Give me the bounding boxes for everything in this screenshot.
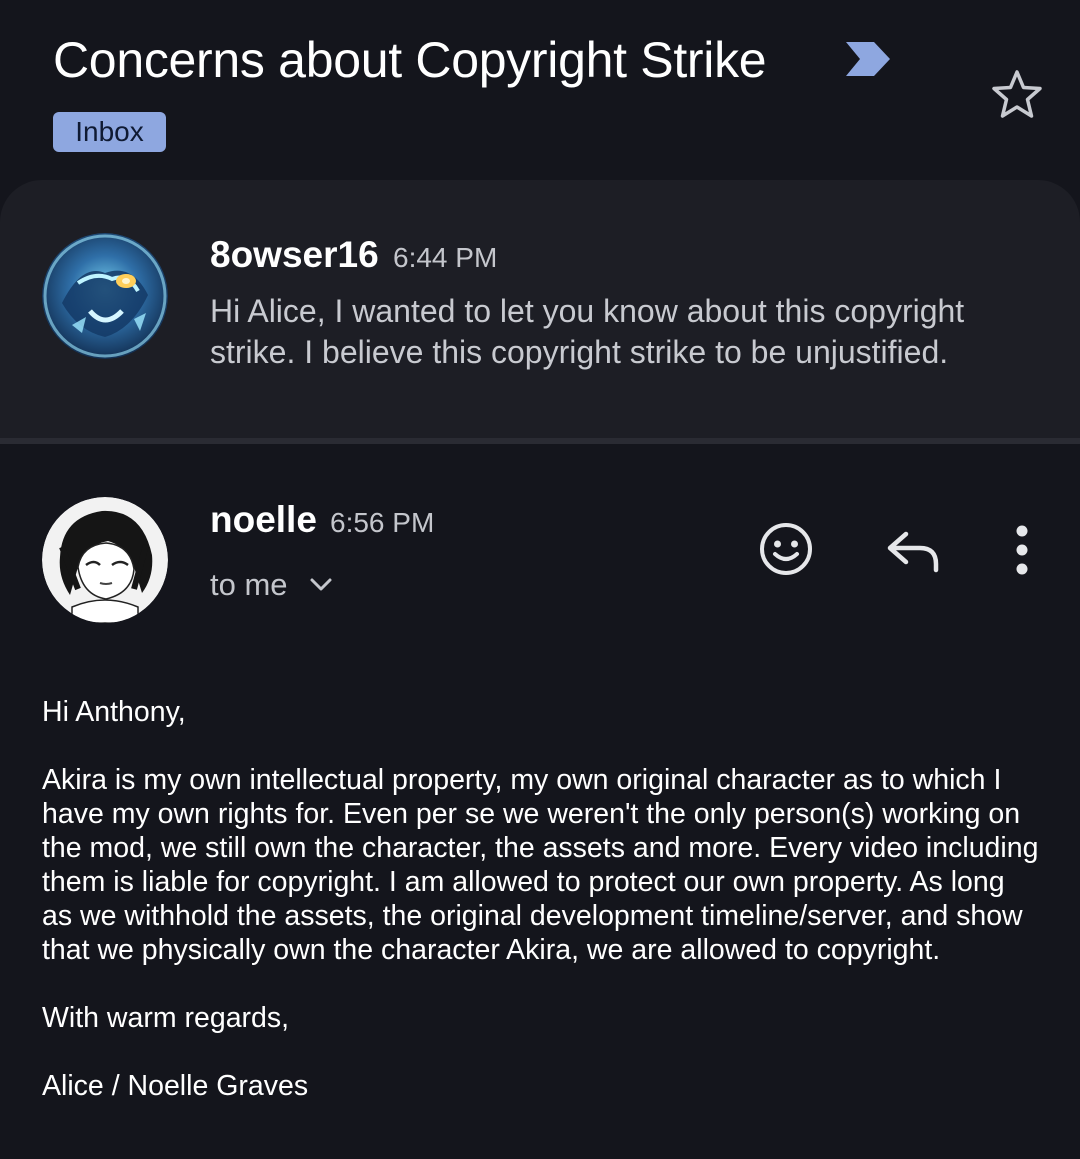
body-greeting: Hi Anthony, <box>42 696 186 728</box>
avatar[interactable] <box>42 233 168 359</box>
email-thread-view: Concerns about Copyright Strike Inbox 8o… <box>0 0 1080 1159</box>
star-icon[interactable] <box>990 68 1044 120</box>
message-body: Hi Anthony, Akira is my own intellectual… <box>42 695 1042 1103</box>
message-time: 6:56 PM <box>330 507 435 538</box>
sender-name: noelle <box>210 499 317 540</box>
body-paragraph: Akira is my own intellectual property, m… <box>42 764 1039 966</box>
thread-subject: Concerns about Copyright Strike <box>53 32 767 88</box>
recipient-label: to me <box>210 567 288 602</box>
avatar-image-8owser16 <box>42 233 168 359</box>
message-snippet: Hi Alice, I wanted to let you know about… <box>210 293 965 370</box>
importance-marker-icon[interactable] <box>846 42 890 76</box>
sender-name: 8owser16 <box>210 234 379 275</box>
reply-icon[interactable] <box>884 526 942 576</box>
add-reaction-icon[interactable] <box>756 519 816 579</box>
avatar[interactable] <box>42 497 168 623</box>
body-closing: With warm regards, <box>42 1002 290 1034</box>
message-divider <box>0 438 1080 444</box>
recipient-details-toggle[interactable]: to me <box>210 562 334 608</box>
body-signature: Alice / Noelle Graves <box>42 1070 309 1102</box>
avatar-image-noelle <box>42 497 168 623</box>
chevron-down-icon <box>310 578 332 591</box>
inbox-label-chip[interactable]: Inbox <box>53 112 166 152</box>
more-vert-icon[interactable] <box>1004 524 1040 576</box>
message-time: 6:44 PM <box>393 242 498 273</box>
